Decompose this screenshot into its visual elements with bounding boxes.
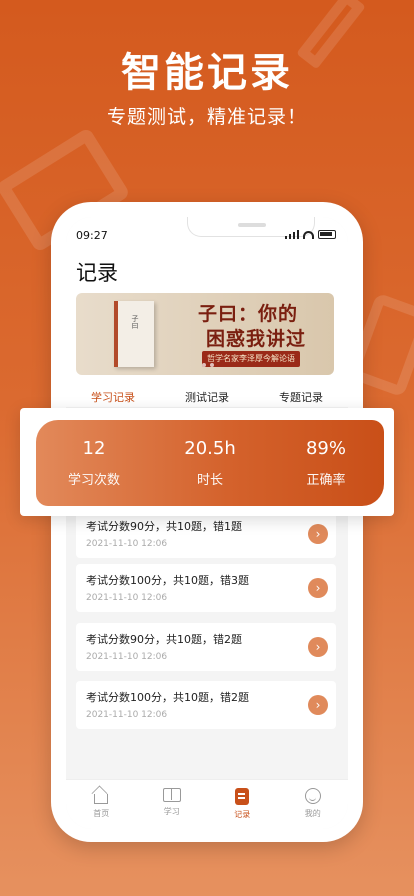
banner-pagination (202, 363, 214, 367)
banner-title-line2: 困惑我讲过 (206, 328, 307, 350)
record-date: 2021-11-10 12:06 (86, 710, 168, 720)
chevron-right-icon[interactable]: › (308, 578, 328, 598)
tabbar-item-study[interactable]: 学习 (137, 780, 208, 829)
stats-card: 12 学习次数 20.5h 时长 89% 正确率 (20, 408, 394, 516)
stat-value: 12 (82, 438, 106, 459)
record-tabs: 学习记录 测试记录 专题记录 (66, 389, 348, 405)
record-title: 考试分数100分，共10题，错2题 (86, 691, 249, 704)
stat-value: 20.5h (184, 438, 236, 459)
stats-panel: 12 学习次数 20.5h 时长 89% 正确率 (36, 420, 384, 506)
record-title: 考试分数90分，共10题，错1题 (86, 520, 242, 533)
home-icon (94, 794, 109, 804)
record-date: 2021-11-10 12:06 (86, 539, 168, 549)
record-icon (235, 788, 250, 805)
stat-accuracy: 89% 正确率 (268, 420, 384, 506)
phone-screen: 09:27 记录 子曰 子曰：你的 困惑我讲过 哲学名家李泽厚今解论语 学习记录… (66, 217, 348, 829)
status-icons (284, 230, 336, 239)
tabbar-label: 我的 (304, 809, 321, 818)
promo-headline: 智能记录 (121, 50, 293, 96)
tabbar-label: 记录 (234, 810, 251, 819)
tab-test-records[interactable]: 测试记录 (160, 389, 254, 405)
chevron-right-icon[interactable]: › (308, 695, 328, 715)
record-title: 考试分数100分，共10题，错3题 (86, 574, 249, 587)
status-time: 09:27 (76, 229, 108, 242)
bottom-tab-bar: 首页 学习 记录 我的 (66, 779, 348, 829)
stat-duration: 20.5h 时长 (152, 420, 268, 506)
wifi-icon (303, 231, 314, 239)
battery-icon (318, 230, 336, 239)
page-title: 记录 (76, 261, 118, 285)
record-title: 考试分数90分，共10题，错2题 (86, 633, 242, 646)
promo-subline: 专题测试，精准记录！ (106, 106, 307, 128)
book-icon (162, 788, 181, 802)
record-date: 2021-11-10 12:06 (86, 652, 168, 662)
chevron-right-icon[interactable]: › (308, 524, 328, 544)
tabbar-label: 学习 (163, 807, 180, 816)
record-item[interactable]: 考试分数90分，共10题，错1题 2021-11-10 12:06 › (76, 510, 336, 558)
tabbar-label: 首页 (93, 809, 110, 818)
stat-study-count: 12 学习次数 (36, 420, 152, 506)
record-date: 2021-11-10 12:06 (86, 593, 168, 603)
book-cover-image: 子曰 (114, 301, 154, 367)
banner-title-line1: 子曰：你的 (198, 303, 299, 325)
record-item[interactable]: 考试分数100分，共10题，错3题 2021-11-10 12:06 › (76, 564, 336, 612)
signal-icon (284, 230, 299, 239)
tabbar-item-records[interactable]: 记录 (207, 780, 278, 829)
chevron-right-icon[interactable]: › (308, 637, 328, 657)
profile-icon (304, 788, 321, 804)
stat-label: 学习次数 (67, 473, 120, 488)
record-item[interactable]: 考试分数90分，共10题，错2题 2021-11-10 12:06 › (76, 623, 336, 671)
tab-study-records[interactable]: 学习记录 (66, 389, 160, 405)
tabbar-item-profile[interactable]: 我的 (278, 780, 349, 829)
tab-topic-records[interactable]: 专题记录 (254, 389, 348, 405)
banner-subtitle: 哲学名家李泽厚今解论语 (202, 351, 300, 367)
stat-label: 时长 (196, 473, 223, 488)
stat-value: 89% (305, 438, 346, 459)
tabbar-item-home[interactable]: 首页 (66, 780, 137, 829)
record-item[interactable]: 考试分数100分，共10题，错2题 2021-11-10 12:06 › (76, 681, 336, 729)
stat-label: 正确率 (306, 473, 346, 488)
